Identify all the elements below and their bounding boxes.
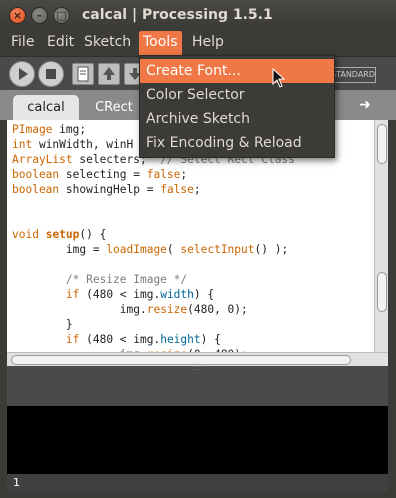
menu-item-create-font[interactable]: Create Font...	[140, 59, 334, 83]
menu-edit[interactable]: Edit	[47, 34, 74, 50]
menu-item-archive-sketch[interactable]: Archive Sketch	[140, 107, 334, 131]
new-icon	[77, 66, 89, 82]
run-button[interactable]	[9, 61, 35, 87]
maximize-icon: □	[56, 9, 67, 22]
code-line[interactable]: }	[12, 317, 374, 332]
new-button[interactable]	[72, 63, 94, 85]
run-icon	[19, 68, 28, 80]
code-line[interactable]: boolean selecting = false;	[12, 167, 374, 182]
menu-item-fix-encoding[interactable]: Fix Encoding & Reload	[140, 131, 334, 155]
code-line[interactable]	[12, 212, 374, 227]
title-bar: × – □ calcal | Processing 1.5.1	[0, 0, 396, 30]
window-title: calcal | Processing 1.5.1	[82, 7, 273, 23]
code-line[interactable]: boolean showingHelp = false;	[12, 182, 374, 197]
stop-button[interactable]	[38, 61, 64, 87]
maximize-window-button[interactable]: □	[53, 7, 70, 24]
menu-bar: File Edit Sketch Tools Help	[0, 30, 396, 56]
vertical-scroll-thumb[interactable]	[377, 124, 387, 164]
splitter-handle[interactable]: ::::	[192, 364, 204, 372]
code-line[interactable]: void setup() {	[12, 227, 374, 242]
mouse-pointer-icon	[272, 68, 286, 88]
code-line[interactable]: if (480 < img.height) {	[12, 332, 374, 347]
mode-selector[interactable]: STANDARD	[330, 67, 376, 83]
stop-icon	[46, 69, 56, 79]
tools-menu: Create Font... Color Selector Archive Sk…	[139, 55, 335, 158]
tab-crect[interactable]: CRect	[84, 95, 144, 120]
vertical-scrollbar[interactable]	[374, 120, 388, 352]
menu-file[interactable]: File	[11, 34, 34, 50]
open-icon	[103, 67, 115, 80]
message-area	[7, 366, 388, 406]
menu-tools[interactable]: Tools	[139, 31, 182, 55]
tab-menu-arrow-icon[interactable]: ➜	[355, 95, 375, 115]
tab-calcal[interactable]: calcal	[13, 95, 79, 120]
code-line[interactable]: img.resize(480, 0);	[12, 302, 374, 317]
minimize-window-button[interactable]: –	[31, 7, 48, 24]
code-line[interactable]: if (480 < img.width) {	[12, 287, 374, 302]
code-line[interactable]	[12, 257, 374, 272]
minimize-icon: –	[36, 9, 43, 22]
menu-item-color-selector[interactable]: Color Selector	[140, 83, 334, 107]
line-number-bar: 1	[7, 474, 388, 492]
menu-sketch[interactable]: Sketch	[84, 34, 131, 50]
vertical-scroll-thumb-lower[interactable]	[377, 272, 387, 312]
code-line[interactable]: img = loadImage( selectInput() );	[12, 242, 374, 257]
code-line[interactable]	[12, 197, 374, 212]
line-number: 1	[13, 476, 20, 489]
console-area	[7, 406, 388, 474]
menu-help[interactable]: Help	[192, 34, 224, 50]
open-button[interactable]	[98, 63, 120, 85]
close-window-button[interactable]: ×	[9, 7, 26, 24]
code-line[interactable]: /* Resize Image */	[12, 272, 374, 287]
horizontal-scroll-thumb[interactable]	[11, 355, 351, 365]
close-icon: ×	[12, 9, 23, 22]
